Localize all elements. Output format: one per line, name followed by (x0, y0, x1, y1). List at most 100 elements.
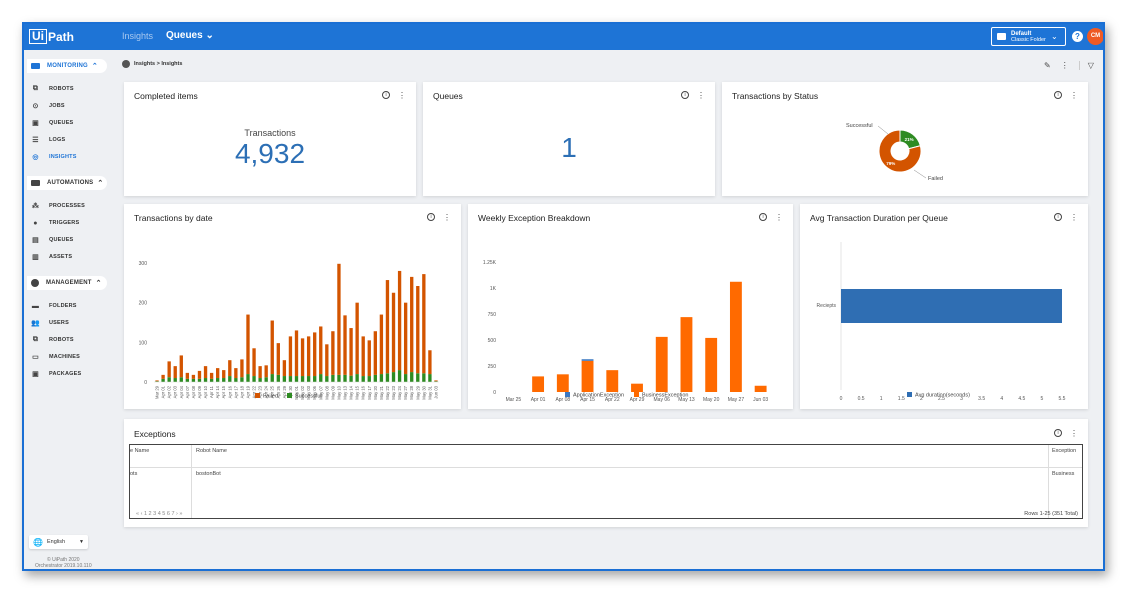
chevron-up-icon: ⌃ (95, 280, 102, 287)
column-header-exception[interactable]: Exception (1052, 448, 1076, 454)
globe-icon (122, 60, 130, 68)
chevron-down-icon: ⌄ (1051, 32, 1058, 41)
x-tick-label: Apr 16 (227, 385, 232, 398)
pagination[interactable]: « ‹ 1 2 3 4 5 6 7 › » (136, 511, 182, 517)
bar-applicationexception (581, 359, 594, 361)
exceptions-table: e Name Robot Name Exception ots bostonBo… (129, 444, 1083, 519)
x-tick-label: May 21 (379, 385, 384, 399)
legend-swatch-application (565, 392, 570, 397)
folder-icon: ▬ (31, 302, 40, 310)
sidebar-item-users[interactable]: 👥 USERS (27, 317, 69, 329)
legend-label-successful: Successful (295, 394, 322, 400)
bar-businessexception (606, 370, 619, 392)
chevron-down-icon: ⌄ (205, 30, 214, 41)
x-tick-label: May 29 (415, 385, 420, 399)
bar-successful (234, 378, 238, 382)
sidebar-item-assets[interactable]: ▥ ASSETS (27, 251, 72, 263)
x-tick-label: May 31 (427, 385, 432, 399)
leader-line (877, 125, 889, 135)
bar-successful (246, 374, 250, 382)
bar-failed (258, 366, 262, 379)
sidebar-item-automation-queues[interactable]: ▤ QUEUES (27, 234, 73, 246)
info-icon[interactable]: i (382, 91, 390, 99)
kpi-value: 1 (561, 132, 577, 163)
robot-icon: ⧉ (32, 336, 39, 343)
x-tick-label: Apr 02 (167, 385, 172, 398)
folder-selector[interactable]: Default Classic Folder ⌄ (991, 27, 1066, 46)
x-tick-label: May 27 (403, 385, 408, 399)
sidebar-item-jobs[interactable]: ⊙ JOBS (27, 100, 65, 112)
sidebar-item-folders[interactable]: ▬ FOLDERS (27, 300, 77, 312)
info-icon[interactable]: i (1054, 429, 1062, 437)
sidebar-item-triggers[interactable]: ● TRIGGERS (27, 217, 79, 229)
language-select[interactable]: 🌐 English ▼ (29, 535, 88, 549)
bar-successful (185, 378, 190, 382)
bar-failed (240, 359, 244, 378)
bar-successful (173, 378, 177, 382)
bar-successful (379, 374, 384, 382)
bar-failed (410, 276, 414, 373)
more-vert-icon[interactable]: ⋮ (398, 91, 406, 100)
bar-businessexception (705, 337, 718, 392)
bar-successful (167, 377, 171, 382)
section-management[interactable]: MANAGEMENT ⌃ (27, 276, 107, 290)
bar-successful (397, 370, 402, 382)
nav-queues-menu[interactable]: Queues ⌄ (166, 30, 214, 41)
bar-failed (434, 380, 438, 382)
bar-failed (385, 280, 390, 374)
x-tick-label: May 24 (397, 385, 402, 399)
help-icon[interactable]: ? (1072, 31, 1083, 42)
bar-successful (222, 378, 226, 382)
bar-failed (270, 320, 274, 375)
bar-failed (403, 302, 408, 375)
bar-successful (270, 374, 274, 382)
bar-successful (240, 377, 244, 382)
section-monitoring[interactable]: MONITORING ⌃ (27, 59, 107, 73)
column-header-robot-name[interactable]: Robot Name (196, 448, 227, 454)
bar-successful (300, 376, 305, 382)
bar-failed (264, 365, 268, 378)
card-exceptions: Exceptions i ⋮ e Name Robot Name Exceptio… (124, 419, 1088, 527)
card-avg-duration: Avg Transaction Duration per Queue i ⋮ 00… (800, 204, 1088, 409)
table-header: e Name Robot Name Exception (130, 445, 1082, 468)
filter-icon[interactable]: ▽ (1078, 61, 1094, 70)
more-vert-icon[interactable]: ⋮ (697, 91, 705, 100)
uipath-logo[interactable]: Ui Path (29, 28, 74, 45)
sidebar-item-packages[interactable]: ▣ PACKAGES (27, 368, 81, 380)
y-tick-label: 100 (139, 340, 148, 346)
sidebar-item-queues[interactable]: ▣ QUEUES (27, 117, 73, 129)
table-row[interactable]: ots bostonBot Business (130, 469, 1082, 481)
more-vert-icon[interactable]: ⋮ (1070, 429, 1078, 438)
bar-successful (264, 377, 268, 382)
weekly-exception-chart: 02505007501K1.25KMar 25 Apr 01 Apr 08 Apr 1… (483, 260, 768, 403)
bar-successful (355, 374, 359, 382)
card-completed-items: Completed items i ⋮ Transactions 4,932 (124, 82, 416, 196)
bar-successful (422, 373, 426, 382)
card-title: Queues (433, 91, 463, 101)
x-tick-label: Apr 01 (531, 397, 546, 403)
sidebar-item-insights[interactable]: ◎ INSIGHTS (27, 151, 77, 163)
sidebar-item-logs[interactable]: ☰ LOGS (27, 134, 65, 146)
sidebar-item-processes[interactable]: ⁂ PROCESSES (27, 200, 85, 212)
bar-successful (197, 378, 202, 382)
process-icon: ⁂ (31, 203, 40, 210)
bar-successful (367, 376, 371, 382)
bar-failed (209, 372, 214, 379)
x-tick-label: May 14 (349, 385, 354, 399)
top-bar: Ui Path Insights Queues ⌄ Default Classic … (24, 24, 1103, 50)
more-vert-icon[interactable]: ⋮ (1061, 61, 1069, 70)
sidebar-item-robots[interactable]: ⧉ ROBOTS (27, 83, 74, 95)
section-automations[interactable]: AUTOMATIONS ⌃ (27, 176, 107, 190)
bar-failed (331, 331, 335, 375)
column-header-name[interactable]: e Name (130, 448, 149, 454)
chevron-up-icon: ⌃ (91, 63, 98, 70)
sidebar-item-machines[interactable]: ▭ MACHINES (27, 351, 80, 363)
edit-icon[interactable]: ✎ (1044, 61, 1051, 70)
bar-successful (343, 374, 347, 382)
sidebar-item-mgmt-robots[interactable]: ⧉ ROBOTS (27, 334, 74, 346)
caret-down-icon: ▼ (79, 539, 84, 545)
info-icon[interactable]: i (681, 91, 689, 99)
legend-label-avg-duration: Avg duration(seconds) (915, 393, 970, 399)
nav-insights[interactable]: Insights (122, 31, 153, 41)
avatar[interactable]: CM (1087, 28, 1103, 45)
